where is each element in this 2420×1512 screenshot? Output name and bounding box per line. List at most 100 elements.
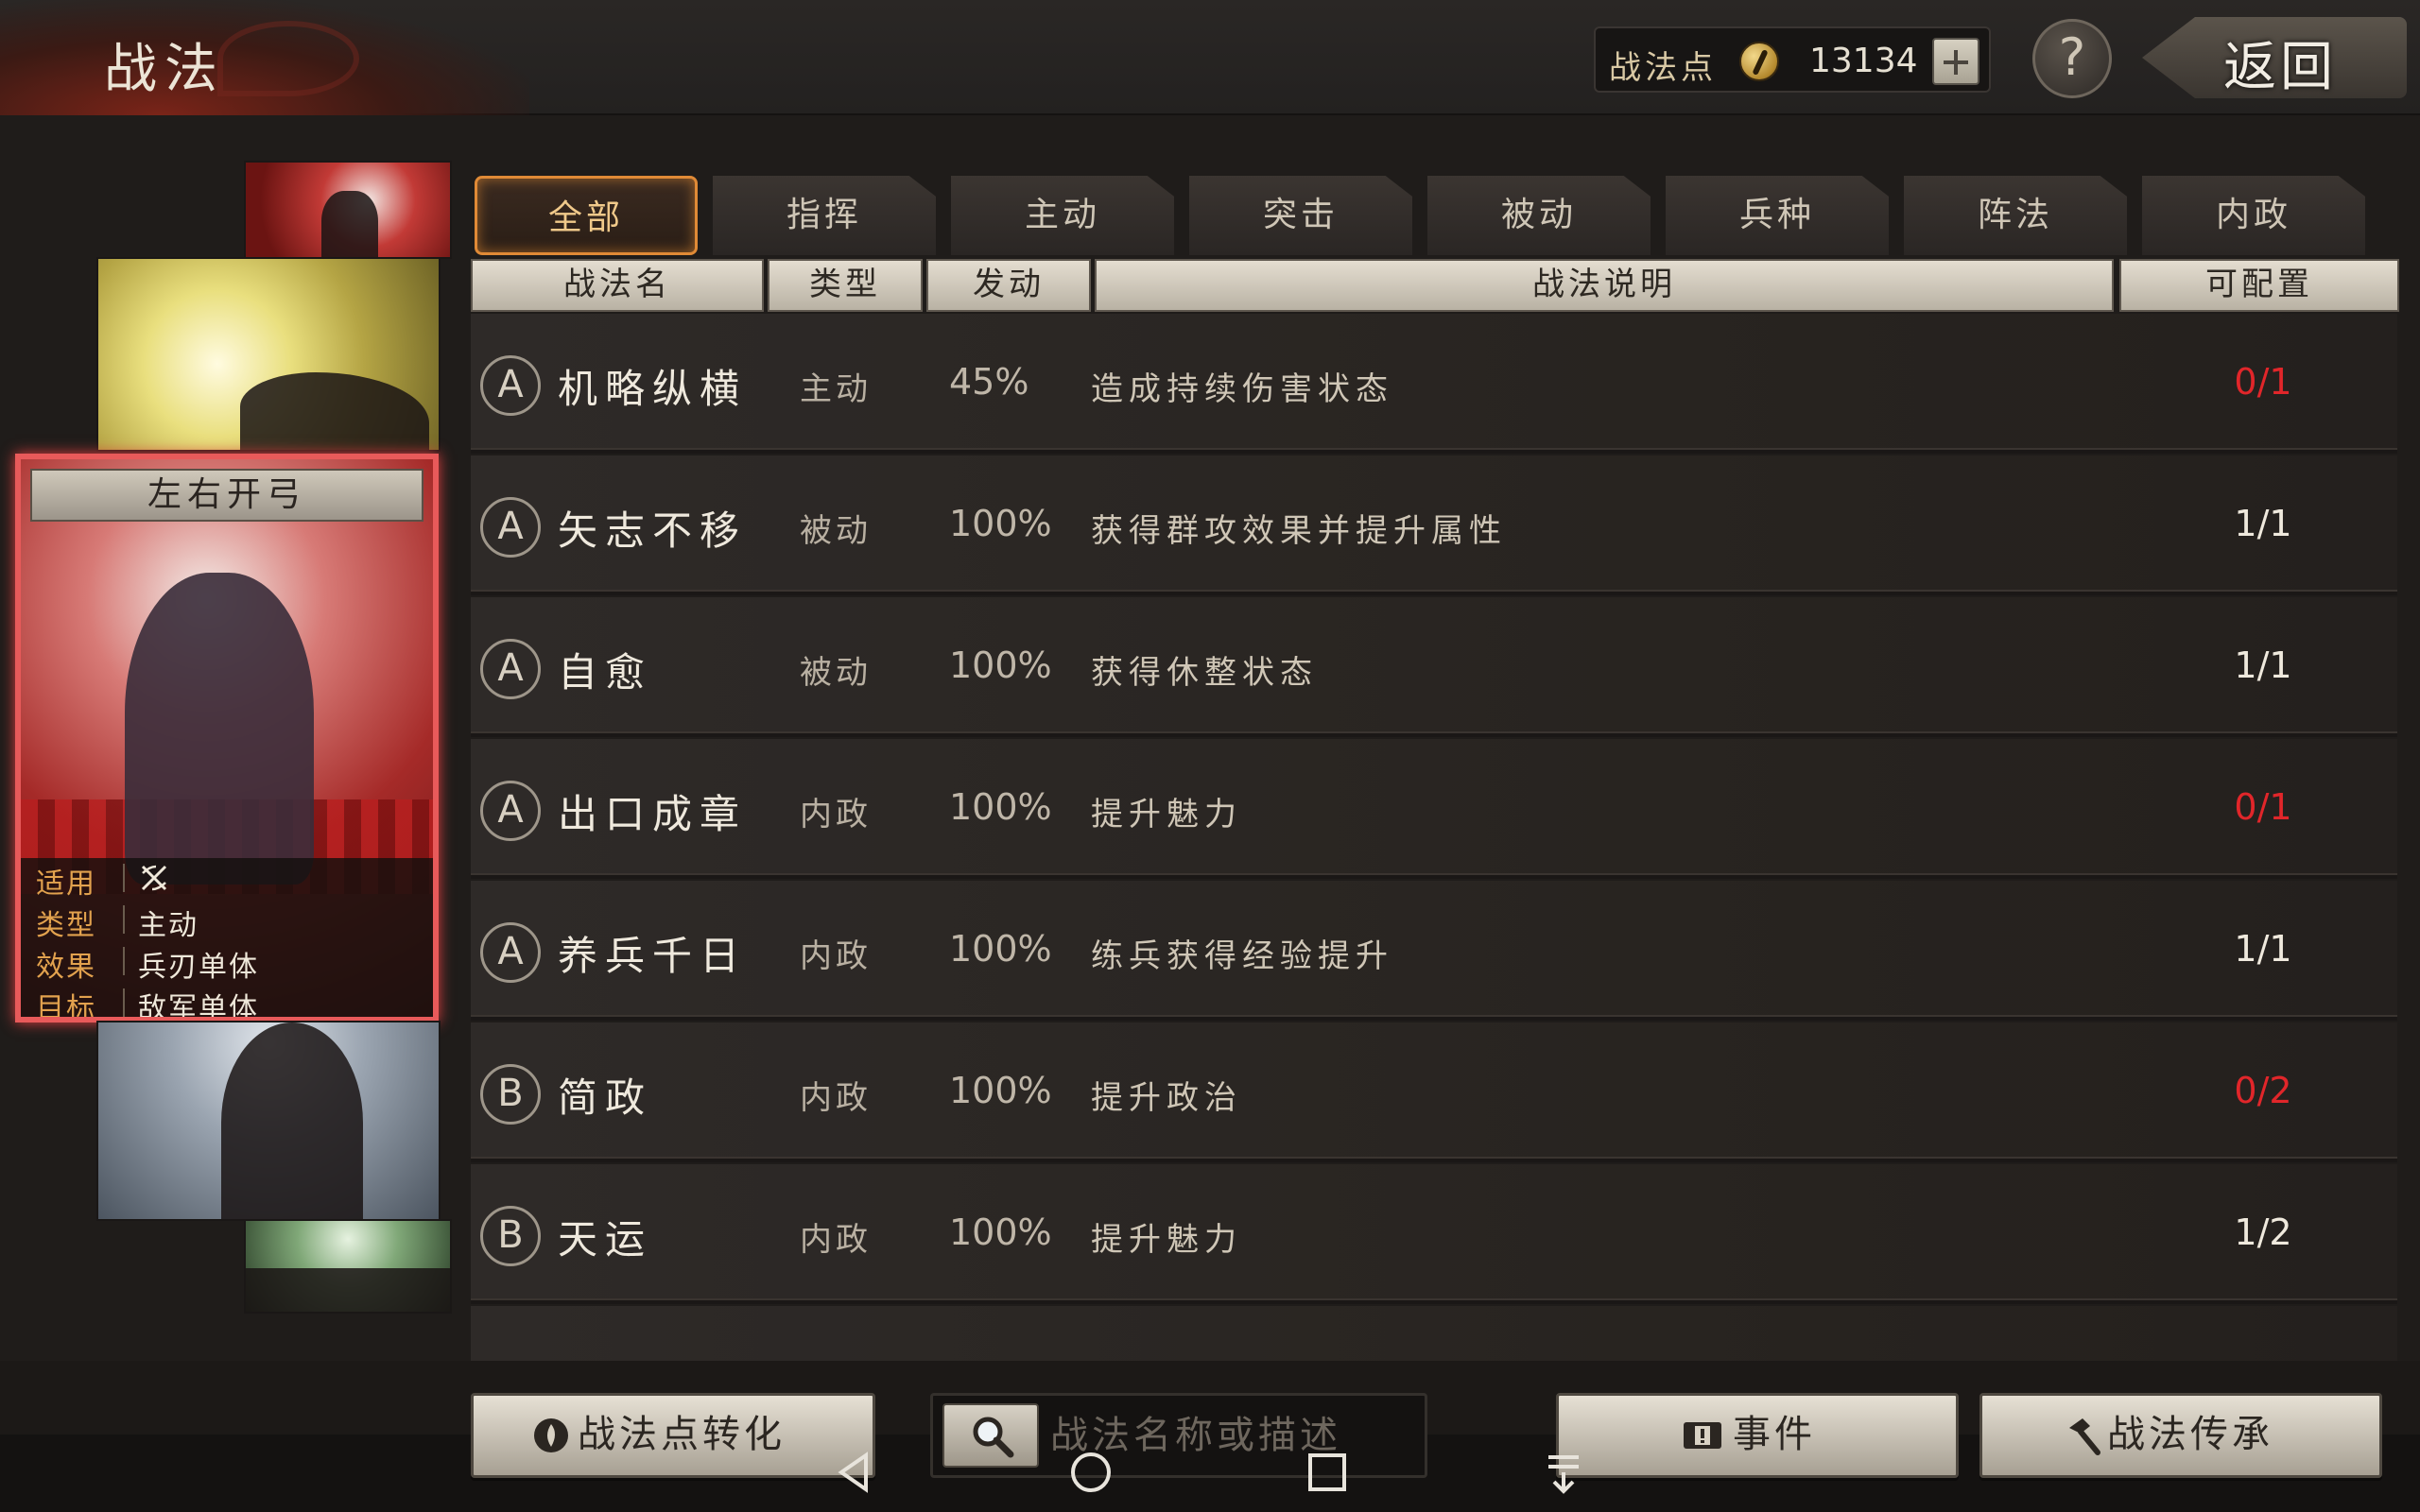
- skill-name: 天运: [558, 1216, 653, 1263]
- info-row-effect: 效果 兵刃单体: [21, 941, 433, 984]
- info-key: 目标: [36, 992, 96, 1022]
- skill-card-next-2[interactable]: [244, 1219, 452, 1314]
- skill-type: 内政: [800, 796, 872, 833]
- convert-skill-points-label: 战法点转化: [578, 1413, 786, 1456]
- skill-row[interactable]: B 天运 内政 100% 提升魅力 1/2: [471, 1164, 2397, 1304]
- tab-command[interactable]: 指挥: [713, 176, 936, 255]
- tab-internal-affairs[interactable]: 内政: [2142, 176, 2365, 255]
- tab-formation[interactable]: 阵法: [1904, 176, 2127, 255]
- skill-row[interactable]: B 简政 内政 100% 提升政治 0/2: [471, 1022, 2397, 1162]
- tab-all[interactable]: 全部: [475, 176, 698, 255]
- skill-card-prev-1[interactable]: [96, 257, 441, 452]
- skill-trigger-rate: 100%: [949, 928, 1052, 970]
- nav-home-icon[interactable]: [1063, 1444, 1119, 1501]
- skill-points-value: 13134: [1809, 42, 1918, 80]
- nav-dropdown-icon[interactable]: [1535, 1444, 1592, 1501]
- skill-inherit-button[interactable]: 战法传承: [1979, 1393, 2382, 1478]
- skill-configurable-count: 0/1: [2234, 361, 2292, 403]
- skill-row[interactable]: A 矢志不移 被动 100% 获得群攻效果并提升属性 1/1: [471, 455, 2397, 595]
- skill-type: 内政: [800, 1079, 872, 1117]
- selected-skill-title: 左右开弓: [30, 469, 424, 522]
- info-divider: [123, 947, 125, 975]
- convert-skill-points-button[interactable]: 战法点转化: [471, 1393, 875, 1478]
- tab-active[interactable]: 主动: [951, 176, 1174, 255]
- title-banner: 战法: [0, 0, 529, 115]
- skill-list[interactable]: A 机略纵横 主动 45% 造成持续伤害状态 0/1 A 矢志不移 被动 100…: [471, 314, 2397, 1361]
- skill-points-label: 战法点: [1609, 49, 1717, 87]
- skill-type: 被动: [800, 654, 872, 692]
- skill-type: 主动: [800, 370, 872, 408]
- skill-configurable-count: 1/1: [2234, 503, 2292, 544]
- column-header-type[interactable]: 类型: [768, 259, 923, 312]
- skill-description: 造成持续伤害状态: [1091, 370, 1393, 408]
- skill-configurable-count: 0/2: [2234, 1070, 2292, 1111]
- skill-card-prev-2[interactable]: [244, 161, 452, 259]
- skill-configurable-count: 1/2: [2234, 1211, 2292, 1253]
- column-header-name[interactable]: 战法名: [471, 259, 764, 312]
- column-header-configurable[interactable]: 可配置: [2119, 259, 2399, 312]
- info-key: 效果: [36, 951, 96, 984]
- add-skill-points-button[interactable]: [1932, 38, 1979, 85]
- search-icon: [973, 1417, 1014, 1458]
- card-figure-silhouette: [240, 372, 429, 450]
- skill-card-next-1[interactable]: [96, 1021, 441, 1221]
- search-button[interactable]: [942, 1403, 1039, 1468]
- card-figure-silhouette: [221, 1022, 363, 1219]
- skill-description: 获得休整状态: [1091, 654, 1318, 692]
- crossed-bows-icon: [141, 865, 167, 891]
- info-divider: [123, 905, 125, 934]
- skill-trigger-rate: 100%: [949, 1070, 1052, 1111]
- tab-passive[interactable]: 被动: [1427, 176, 1651, 255]
- column-header-description: 战法说明: [1095, 259, 2114, 312]
- card-crowd-silhouette: [246, 1268, 450, 1312]
- skill-trigger-rate: 100%: [949, 503, 1052, 544]
- back-button-label: 返回: [2223, 37, 2337, 98]
- skill-name: 出口成章: [558, 791, 748, 837]
- info-row-target: 目标 敌军单体: [21, 983, 433, 1022]
- grade-badge: A: [480, 639, 541, 699]
- skill-type: 内政: [800, 1221, 872, 1259]
- skill-row[interactable]: A 自愈 被动 100% 获得休整状态 1/1: [471, 597, 2397, 737]
- skill-description: 获得群攻效果并提升属性: [1091, 512, 1507, 550]
- info-divider: [123, 864, 125, 892]
- skill-row[interactable]: A 养兵千日 内政 100% 练兵获得经验提升 1/1: [471, 881, 2397, 1021]
- skill-description: 提升魅力: [1091, 796, 1242, 833]
- hammer-icon: [2069, 1418, 2100, 1455]
- info-row-applicable: 适用: [21, 858, 433, 901]
- selected-skill-info: 适用 类型 主动 效果 兵刃单体 目标 敌军单体: [21, 858, 433, 1022]
- tab-troop-type[interactable]: 兵种: [1666, 176, 1889, 255]
- skill-points-panel: 战法点 13134: [1594, 26, 1991, 93]
- skill-row[interactable]: A 机略纵横 主动 45% 造成持续伤害状态 0/1: [471, 314, 2397, 454]
- grade-badge: A: [480, 497, 541, 558]
- info-key: 适用: [36, 868, 96, 901]
- skill-points-coin-icon: [1739, 42, 1779, 81]
- skill-name: 养兵千日: [558, 933, 748, 979]
- grade-badge: A: [480, 922, 541, 983]
- help-button[interactable]: ?: [2032, 19, 2112, 98]
- events-label: 事件: [1733, 1413, 1816, 1456]
- grade-badge: A: [480, 781, 541, 841]
- skill-type: 内政: [800, 937, 872, 975]
- skill-configurable-count: 0/1: [2234, 786, 2292, 828]
- column-header-trigger[interactable]: 发动: [926, 259, 1091, 312]
- card-warrior-art: [125, 573, 314, 885]
- skill-inherit-label: 战法传承: [2107, 1413, 2273, 1456]
- skill-trigger-rate: 100%: [949, 1211, 1052, 1253]
- skill-description: 提升魅力: [1091, 1221, 1242, 1259]
- selected-skill-card[interactable]: 左右开弓 适用 类型 主动 效果 兵刃单体 目标 敌军单体: [15, 454, 439, 1022]
- skill-trigger-rate: 100%: [949, 786, 1052, 828]
- events-button[interactable]: 事件: [1556, 1393, 1959, 1478]
- title-ornament: [217, 21, 359, 96]
- nav-recents-icon[interactable]: [1299, 1444, 1356, 1501]
- skill-trigger-rate: 45%: [949, 361, 1029, 403]
- info-value: 敌军单体: [138, 992, 259, 1022]
- back-button[interactable]: 返回: [2142, 17, 2407, 98]
- skill-row[interactable]: A 出口成章 内政 100% 提升魅力 0/1: [471, 739, 2397, 879]
- flame-coin-icon: [534, 1418, 568, 1452]
- top-bar: 战法 战法点 13134 ? 返回: [0, 0, 2420, 115]
- skill-row-partial[interactable]: [471, 1306, 2397, 1361]
- card-figure-silhouette: [321, 191, 378, 257]
- info-value: 主动: [138, 909, 199, 942]
- tab-assault[interactable]: 突击: [1189, 176, 1412, 255]
- nav-back-icon[interactable]: [828, 1444, 885, 1501]
